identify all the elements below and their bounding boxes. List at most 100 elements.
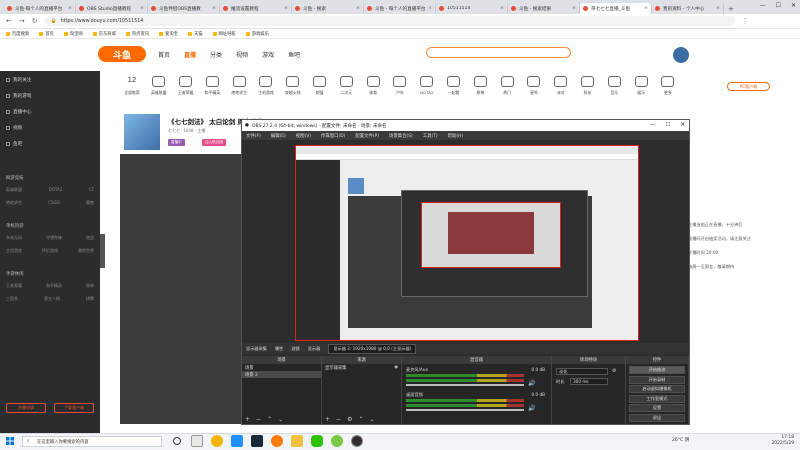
category-item[interactable]: 音乐 [602, 76, 626, 96]
remove-icon[interactable]: − [256, 416, 261, 423]
sidebar-sub-item[interactable]: 王者荣耀 [6, 283, 22, 289]
obs-menu-item[interactable]: 帮助(H) [448, 133, 464, 139]
nav-item[interactable]: 直播 [184, 50, 196, 59]
sidebar-sub-item[interactable]: 三国杀 [6, 296, 18, 302]
category-item[interactable]: 星秀 [522, 76, 546, 96]
obs-maximize-icon[interactable]: ☐ [665, 122, 670, 128]
tab-close-icon[interactable]: × [212, 6, 216, 11]
obs-menu-item[interactable]: 配置文件(P) [355, 133, 379, 139]
clock[interactable]: 17:18 2022/5/29 [771, 435, 794, 447]
up-icon[interactable]: ⌃ [358, 416, 363, 423]
nav-item[interactable]: 分类 [210, 50, 222, 59]
browser-tab[interactable]: 斗鱼 - 搜索结果 × [508, 3, 580, 14]
source-toolbar-item[interactable]: 滤镜 [291, 346, 299, 352]
browser-tab[interactable]: 斗鱼 - 每个人的直播平台 × [364, 3, 436, 14]
obs-taskbar-icon[interactable] [351, 435, 363, 447]
control-button[interactable]: 设置 [629, 404, 685, 412]
duration-input[interactable]: 300 ms [570, 378, 608, 385]
gear-icon[interactable]: ⚙ [612, 368, 616, 374]
category-item[interactable]: 英雄联盟 [147, 76, 171, 96]
gear-icon[interactable]: ⚙ [347, 416, 352, 423]
scene-item[interactable]: 场景 [242, 364, 321, 371]
bookmark-item[interactable]: 淘宝网 [63, 31, 83, 37]
taskbar-search-input[interactable]: ⌕ 在这里输入你要搜索的内容 [22, 436, 162, 447]
new-tab-icon[interactable]: + [724, 3, 738, 14]
category-item[interactable]: 绝地求生 [227, 76, 251, 96]
tab-close-icon[interactable]: × [500, 6, 504, 11]
url-input[interactable]: 🔒 https://www.douyu.com/10511514 [44, 16, 735, 26]
sidebar-sub-item[interactable]: 原神 [86, 283, 94, 289]
sidebar-item[interactable]: 直播中心 [6, 109, 31, 115]
speaker-icon[interactable]: 🔊 [528, 380, 535, 387]
browser-tab[interactable]: 我的资料 - 个人中心 × [652, 3, 724, 14]
obs-menu-item[interactable]: 场景集合(S) [389, 133, 413, 139]
close-icon[interactable]: ✕ [791, 2, 796, 9]
category-item[interactable]: 一起看 [442, 76, 466, 96]
eye-icon[interactable]: ◉ [394, 365, 401, 370]
forward-icon[interactable]: → [19, 17, 25, 25]
task-view-icon[interactable] [191, 435, 203, 447]
speaker-icon[interactable]: 🔊 [528, 405, 535, 412]
source-toolbar-item[interactable]: 属性 [275, 346, 283, 352]
windows-start-icon[interactable] [6, 437, 14, 445]
folder-icon[interactable] [291, 435, 303, 447]
tab-close-icon[interactable]: × [716, 6, 720, 11]
sidebar-sub-item[interactable]: CF [89, 187, 94, 193]
source-toolbar-item[interactable]: 显示器 2: 1920x1080 @ 0,0 (主显示器) [328, 343, 417, 354]
category-item[interactable]: 主机游戏 [254, 76, 278, 96]
browser-tab[interactable]: 10511514 × [436, 3, 508, 14]
sidebar-sub-item[interactable]: 棋牌 [86, 296, 94, 302]
bookmark-item[interactable]: 爱淘宝 [159, 31, 178, 37]
bookmark-item[interactable]: 游戏娱乐 [245, 31, 269, 37]
maximize-icon[interactable]: ☐ [776, 2, 781, 9]
bookmark-item[interactable]: 百度搜索 [6, 31, 29, 37]
control-button[interactable]: 开始推流 [629, 366, 685, 374]
control-button[interactable]: 工作室模式 [629, 394, 685, 403]
category-item[interactable]: 热门 [495, 76, 519, 96]
sidebar-sub-item[interactable]: 和平精英 [46, 283, 62, 289]
sidebar-sub-item[interactable]: 我的世界 [78, 248, 94, 254]
sidebar-sub-item[interactable]: 永劫无间 [6, 235, 22, 241]
source-toolbar-item[interactable]: 显示器 [308, 346, 321, 352]
obs-menu-item[interactable]: 工具(T) [423, 133, 438, 139]
sidebar-sub-item[interactable]: 逆战 [86, 235, 94, 241]
download-client-button[interactable]: 下载客户端 [54, 403, 94, 413]
weather[interactable]: 26°C 阴 [672, 437, 689, 443]
tab-close-icon[interactable]: × [140, 6, 144, 11]
tab-close-icon[interactable]: × [356, 6, 360, 11]
tab-close-icon[interactable]: × [284, 6, 288, 11]
sidebar-sub-item[interactable]: 守望先锋 [46, 235, 62, 241]
control-button[interactable]: 启动虚拟摄像机 [629, 385, 685, 393]
app-icon[interactable] [331, 435, 343, 447]
douyu-app-icon[interactable] [271, 435, 283, 447]
category-item[interactable]: 娱乐 [629, 76, 653, 96]
apply-stream-button[interactable]: 开播申请 [6, 403, 46, 413]
chrome-icon[interactable] [211, 435, 223, 447]
sidebar-sub-item[interactable]: 魔兽 [86, 200, 94, 206]
sidebar-sub-item[interactable]: 绝地求生 [6, 200, 22, 206]
browser-tab[interactable]: 斗鱼伴侣OBS直播教 × [148, 3, 220, 14]
bookmark-item[interactable]: 京东商城 [92, 31, 116, 37]
bookmark-item[interactable]: 天猫 [187, 31, 203, 37]
nav-item[interactable]: 视频 [236, 50, 248, 59]
tab-close-icon[interactable]: × [572, 6, 576, 11]
down-icon[interactable]: ⌄ [278, 416, 283, 423]
control-button[interactable]: 开始录制 [629, 375, 685, 384]
nav-item[interactable]: 游戏 [262, 50, 274, 59]
sidebar-sub-item[interactable]: 英雄联盟 [6, 187, 22, 193]
category-item[interactable]: 科技 [576, 76, 600, 96]
up-icon[interactable]: ⌃ [267, 416, 272, 423]
sidebar-item[interactable]: 视频 [6, 125, 22, 131]
cortana-icon[interactable] [173, 437, 181, 445]
tab-close-icon[interactable]: × [428, 6, 432, 11]
browser-tab[interactable]: OBS Studio直播教程 × [76, 3, 148, 14]
category-item[interactable]: 二次元 [334, 76, 358, 96]
edge-icon[interactable] [231, 435, 243, 447]
tab-close-icon[interactable]: × [68, 6, 72, 11]
sidebar-sub-item[interactable]: 怀旧游戏 [42, 248, 58, 254]
sidebar-item[interactable]: 我的游戏 [6, 93, 31, 99]
site-logo[interactable]: 斗鱼 [98, 46, 146, 62]
source-toolbar-item[interactable]: 显示器采集 [246, 346, 267, 352]
category-item[interactable]: 更多 [656, 76, 680, 96]
bookmark-item[interactable]: 首页 [39, 31, 54, 37]
